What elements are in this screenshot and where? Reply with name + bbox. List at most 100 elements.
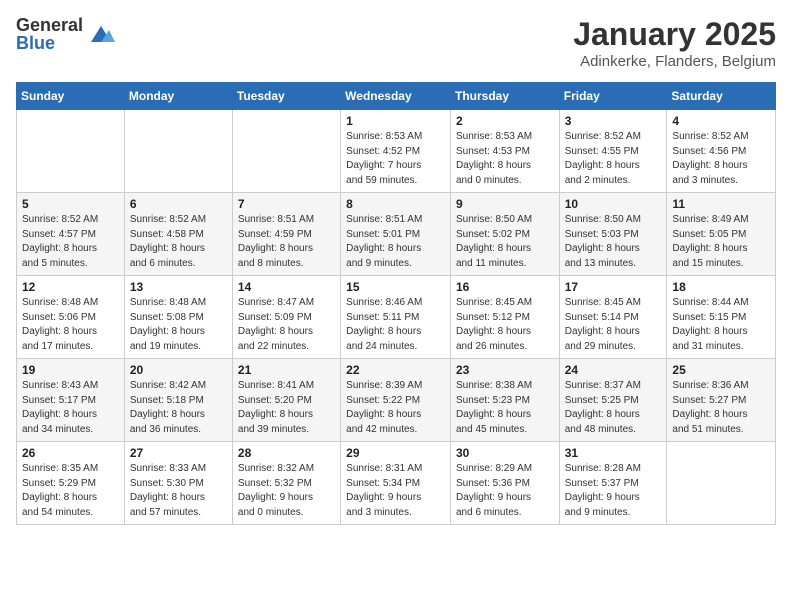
day-number: 3 — [565, 114, 662, 128]
day-info: Sunrise: 8:52 AMSunset: 4:56 PMDaylight:… — [672, 130, 770, 188]
day-info: Sunrise: 8:43 AMSunset: 5:17 PMDaylight:… — [22, 379, 119, 437]
day-info: Sunrise: 8:33 AMSunset: 5:30 PMDaylight:… — [130, 462, 227, 520]
day-info: Sunrise: 8:50 AMSunset: 5:02 PMDaylight:… — [456, 213, 554, 271]
day-cell: 7 Sunrise: 8:51 AMSunset: 4:59 PMDaylight… — [232, 193, 340, 276]
day-cell: 12 Sunrise: 8:48 AMSunset: 5:06 PMDayligh… — [17, 276, 125, 359]
day-cell: 5 Sunrise: 8:52 AMSunset: 4:57 PMDaylight… — [17, 193, 125, 276]
day-number: 15 — [346, 280, 445, 294]
header-cell-friday: Friday — [559, 83, 667, 110]
calendar-header: SundayMondayTuesdayWednesdayThursdayFrid… — [17, 83, 776, 110]
day-info: Sunrise: 8:52 AMSunset: 4:57 PMDaylight:… — [22, 213, 119, 271]
day-cell: 11 Sunrise: 8:49 AMSunset: 5:05 PMDayligh… — [667, 193, 776, 276]
day-number: 27 — [130, 446, 227, 460]
day-info: Sunrise: 8:48 AMSunset: 5:06 PMDaylight:… — [22, 296, 119, 354]
day-info: Sunrise: 8:37 AMSunset: 5:25 PMDaylight:… — [565, 379, 662, 437]
day-info: Sunrise: 8:48 AMSunset: 5:08 PMDaylight:… — [130, 296, 227, 354]
day-number: 12 — [22, 280, 119, 294]
day-number: 17 — [565, 280, 662, 294]
day-number: 20 — [130, 363, 227, 377]
header-cell-sunday: Sunday — [17, 83, 125, 110]
day-cell: 19 Sunrise: 8:43 AMSunset: 5:17 PMDayligh… — [17, 359, 125, 442]
day-cell: 25 Sunrise: 8:36 AMSunset: 5:27 PMDayligh… — [667, 359, 776, 442]
day-info: Sunrise: 8:46 AMSunset: 5:11 PMDaylight:… — [346, 296, 445, 354]
week-row-5: 26Sunrise: 8:35 AMSunset: 5:29 PMDayligh… — [17, 442, 776, 525]
header-cell-thursday: Thursday — [450, 83, 559, 110]
day-info: Sunrise: 8:38 AMSunset: 5:23 PMDaylight:… — [456, 379, 554, 437]
day-info: Sunrise: 8:47 AMSunset: 5:09 PMDaylight:… — [238, 296, 335, 354]
day-cell — [17, 110, 125, 193]
day-info: Sunrise: 8:52 AMSunset: 4:55 PMDaylight:… — [565, 130, 662, 188]
logo-icon — [87, 22, 115, 46]
day-number: 2 — [456, 114, 554, 128]
day-cell: 13 Sunrise: 8:48 AMSunset: 5:08 PMDayligh… — [124, 276, 232, 359]
logo-blue: Blue — [16, 34, 83, 52]
day-info: Sunrise: 8:32 AMSunset: 5:32 PMDaylight:… — [238, 462, 335, 520]
day-cell: 22Sunrise: 8:39 AMSunset: 5:22 PMDayligh… — [341, 359, 451, 442]
day-number: 19 — [22, 363, 119, 377]
day-cell: 28 Sunrise: 8:32 AMSunset: 5:32 PMDayligh… — [232, 442, 340, 525]
day-number: 31 — [565, 446, 662, 460]
day-cell: 26Sunrise: 8:35 AMSunset: 5:29 PMDayligh… — [17, 442, 125, 525]
title-area: January 2025 Adinkerke, Flanders, Belgiu… — [573, 16, 776, 70]
day-cell: 17 Sunrise: 8:45 AMSunset: 5:14 PMDayligh… — [559, 276, 667, 359]
header-cell-wednesday: Wednesday — [341, 83, 451, 110]
day-info: Sunrise: 8:49 AMSunset: 5:05 PMDaylight:… — [672, 213, 770, 271]
day-cell: 29Sunrise: 8:31 AMSunset: 5:34 PMDayligh… — [341, 442, 451, 525]
header-cell-tuesday: Tuesday — [232, 83, 340, 110]
day-cell: 21 Sunrise: 8:41 AMSunset: 5:20 PMDayligh… — [232, 359, 340, 442]
day-number: 21 — [238, 363, 335, 377]
day-number: 18 — [672, 280, 770, 294]
day-cell: 27 Sunrise: 8:33 AMSunset: 5:30 PMDayligh… — [124, 442, 232, 525]
day-info: Sunrise: 8:53 AMSunset: 4:53 PMDaylight:… — [456, 130, 554, 188]
day-number: 28 — [238, 446, 335, 460]
logo: General Blue — [16, 16, 115, 52]
day-info: Sunrise: 8:35 AMSunset: 5:29 PMDaylight:… — [22, 462, 119, 520]
day-number: 25 — [672, 363, 770, 377]
calendar-body: 1Sunrise: 8:53 AMSunset: 4:52 PMDaylight… — [17, 110, 776, 525]
day-number: 16 — [456, 280, 554, 294]
day-info: Sunrise: 8:41 AMSunset: 5:20 PMDaylight:… — [238, 379, 335, 437]
day-cell: 20 Sunrise: 8:42 AMSunset: 5:18 PMDayligh… — [124, 359, 232, 442]
week-row-3: 12 Sunrise: 8:48 AMSunset: 5:06 PMDayligh… — [17, 276, 776, 359]
day-number: 23 — [456, 363, 554, 377]
day-number: 10 — [565, 197, 662, 211]
day-number: 14 — [238, 280, 335, 294]
day-info: Sunrise: 8:28 AMSunset: 5:37 PMDaylight:… — [565, 462, 662, 520]
day-cell: 6 Sunrise: 8:52 AMSunset: 4:58 PMDaylight… — [124, 193, 232, 276]
day-number: 29 — [346, 446, 445, 460]
day-info: Sunrise: 8:45 AMSunset: 5:12 PMDaylight:… — [456, 296, 554, 354]
day-info: Sunrise: 8:45 AMSunset: 5:14 PMDaylight:… — [565, 296, 662, 354]
day-cell: 14 Sunrise: 8:47 AMSunset: 5:09 PMDayligh… — [232, 276, 340, 359]
day-number: 4 — [672, 114, 770, 128]
day-number: 5 — [22, 197, 119, 211]
logo-general: General — [16, 16, 83, 34]
header-cell-saturday: Saturday — [667, 83, 776, 110]
day-info: Sunrise: 8:42 AMSunset: 5:18 PMDaylight:… — [130, 379, 227, 437]
day-number: 6 — [130, 197, 227, 211]
day-number: 8 — [346, 197, 445, 211]
day-cell: 24Sunrise: 8:37 AMSunset: 5:25 PMDayligh… — [559, 359, 667, 442]
day-cell: 3 Sunrise: 8:52 AMSunset: 4:55 PMDaylight… — [559, 110, 667, 193]
day-number: 7 — [238, 197, 335, 211]
day-cell — [124, 110, 232, 193]
day-number: 1 — [346, 114, 445, 128]
week-row-1: 1Sunrise: 8:53 AMSunset: 4:52 PMDaylight… — [17, 110, 776, 193]
day-cell: 9Sunrise: 8:50 AMSunset: 5:02 PMDaylight… — [450, 193, 559, 276]
calendar-table: SundayMondayTuesdayWednesdayThursdayFrid… — [16, 82, 776, 525]
day-info: Sunrise: 8:52 AMSunset: 4:58 PMDaylight:… — [130, 213, 227, 271]
day-cell — [232, 110, 340, 193]
day-cell: 31 Sunrise: 8:28 AMSunset: 5:37 PMDayligh… — [559, 442, 667, 525]
day-info: Sunrise: 8:36 AMSunset: 5:27 PMDaylight:… — [672, 379, 770, 437]
day-info: Sunrise: 8:51 AMSunset: 5:01 PMDaylight:… — [346, 213, 445, 271]
day-cell: 23 Sunrise: 8:38 AMSunset: 5:23 PMDayligh… — [450, 359, 559, 442]
day-number: 13 — [130, 280, 227, 294]
day-cell: 16 Sunrise: 8:45 AMSunset: 5:12 PMDayligh… — [450, 276, 559, 359]
day-number: 30 — [456, 446, 554, 460]
day-info: Sunrise: 8:51 AMSunset: 4:59 PMDaylight:… — [238, 213, 335, 271]
week-row-4: 19 Sunrise: 8:43 AMSunset: 5:17 PMDayligh… — [17, 359, 776, 442]
calendar-subtitle: Adinkerke, Flanders, Belgium — [573, 53, 776, 70]
week-row-2: 5 Sunrise: 8:52 AMSunset: 4:57 PMDaylight… — [17, 193, 776, 276]
day-number: 22 — [346, 363, 445, 377]
day-cell — [667, 442, 776, 525]
day-number: 11 — [672, 197, 770, 211]
